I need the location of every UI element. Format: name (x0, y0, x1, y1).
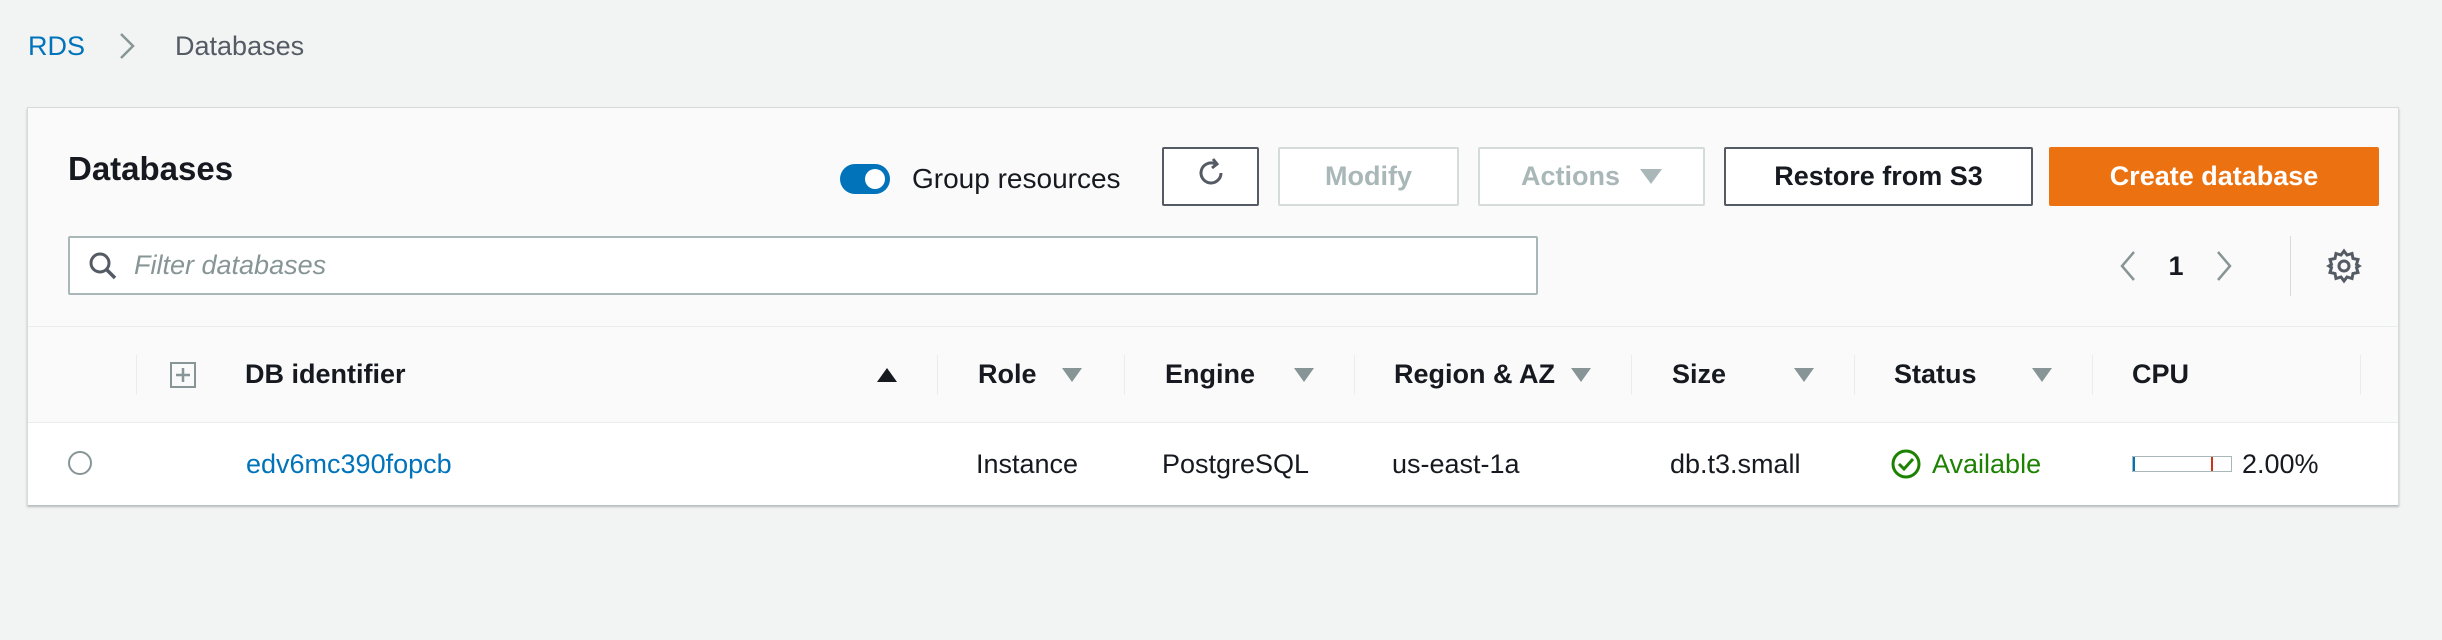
create-button-label: Create database (2109, 161, 2319, 191)
row-select-radio[interactable] (68, 451, 92, 475)
panel-title: Databases (68, 150, 234, 187)
sort-icon[interactable] (1794, 368, 1814, 382)
column-label-cpu: CPU (2132, 359, 2190, 389)
group-resources-toggle-wrap: Group resources (840, 158, 1121, 200)
column-header-size[interactable]: Size (1672, 327, 1726, 422)
column-header-cpu[interactable]: CPU (2132, 327, 2189, 422)
column-label-engine: Engine (1165, 359, 1256, 389)
expand-all-icon[interactable] (170, 362, 196, 388)
cell-engine: PostgreSQL (1162, 423, 1309, 505)
engine-value: PostgreSQL (1162, 448, 1310, 479)
column-header-status[interactable]: Status (1894, 327, 1977, 422)
column-divider (1354, 355, 1355, 395)
cell-region: us-east-1a (1392, 423, 1520, 505)
pagination-divider (2290, 236, 2291, 296)
chevron-right-icon (105, 28, 149, 64)
restore-button-label: Restore from S3 (1774, 161, 1983, 191)
column-divider (937, 355, 938, 395)
sort-icon[interactable] (1294, 368, 1314, 382)
caret-down-icon (1640, 169, 1662, 184)
sort-icon[interactable] (2032, 368, 2052, 382)
group-resources-label: Group resources (912, 163, 1121, 194)
column-header-db-identifier[interactable]: DB identifier (245, 327, 406, 422)
region-value: us-east-1a (1392, 448, 1520, 479)
modify-button-label: Modify (1325, 161, 1412, 191)
role-value: Instance (976, 448, 1079, 479)
cell-db-identifier: edv6mc390fopcb (246, 423, 452, 505)
column-label-db-identifier: DB identifier (245, 359, 406, 389)
column-label-status: Status (1894, 359, 1977, 389)
refresh-icon (1194, 156, 1228, 197)
column-label-region-az: Region & AZ (1394, 359, 1555, 389)
databases-panel: Databases Group resources Modify Actions… (27, 107, 2399, 505)
sort-icon[interactable] (1571, 368, 1591, 382)
column-header-engine[interactable]: Engine (1165, 327, 1255, 422)
breadcrumb-current: Databases (175, 30, 305, 61)
db-identifier-link[interactable]: edv6mc390fopcb (246, 449, 452, 480)
cpu-value: 2.00% (2242, 448, 2319, 479)
previous-page-icon[interactable] (2108, 240, 2148, 292)
breadcrumb-rds-link[interactable]: RDS (28, 31, 85, 62)
cell-role: Instance (976, 423, 1078, 505)
column-label-size: Size (1672, 359, 1727, 389)
column-label-role: Role (978, 359, 1037, 389)
column-divider (1124, 355, 1125, 395)
table-header: DB identifier Role Engine Region & AZ Si… (28, 326, 2398, 423)
column-header-role[interactable]: Role (978, 327, 1037, 422)
refresh-button[interactable] (1162, 147, 1259, 206)
gear-icon[interactable] (2323, 245, 2365, 287)
cpu-utilization-bar (2132, 456, 2232, 472)
cell-size: db.t3.small (1670, 423, 1801, 505)
filter-databases-search (68, 236, 1538, 295)
toggle-knob (865, 169, 885, 189)
column-divider (2092, 355, 2093, 395)
cell-status: Available (1890, 423, 2041, 505)
rds-databases-page: RDS Databases Databases Group resources … (0, 0, 2442, 640)
column-divider (2360, 355, 2361, 395)
check-circle-icon (1890, 448, 1922, 480)
current-page-number[interactable]: 1 (2148, 251, 2204, 282)
size-value: db.t3.small (1670, 448, 1801, 479)
modify-button[interactable]: Modify (1278, 147, 1459, 206)
actions-button-label: Actions (1520, 161, 1620, 191)
search-icon (86, 249, 120, 283)
status-value: Available (1932, 448, 2042, 479)
column-divider (136, 355, 137, 395)
actions-dropdown-button[interactable]: Actions (1478, 147, 1705, 206)
filter-databases-input[interactable] (132, 239, 1536, 292)
sort-icon[interactable] (1062, 368, 1082, 382)
cpu-utilization-fill (2133, 457, 2135, 471)
next-page-icon[interactable] (2204, 240, 2244, 292)
restore-from-s3-button[interactable]: Restore from S3 (1724, 147, 2033, 206)
column-divider (1631, 355, 1632, 395)
breadcrumb: RDS Databases (28, 28, 304, 64)
column-header-region-az[interactable]: Region & AZ (1394, 327, 1555, 422)
create-database-button[interactable]: Create database (2049, 147, 2379, 206)
group-resources-toggle[interactable] (840, 164, 890, 194)
column-divider (1854, 355, 1855, 395)
cpu-threshold-marker (2211, 457, 2213, 471)
cell-cpu: 2.00% (2132, 423, 2319, 505)
sort-ascending-icon[interactable] (877, 368, 897, 382)
table-row: edv6mc390fopcb Instance PostgreSQL us-ea… (28, 423, 2398, 505)
pagination: 1 (2108, 240, 2244, 292)
